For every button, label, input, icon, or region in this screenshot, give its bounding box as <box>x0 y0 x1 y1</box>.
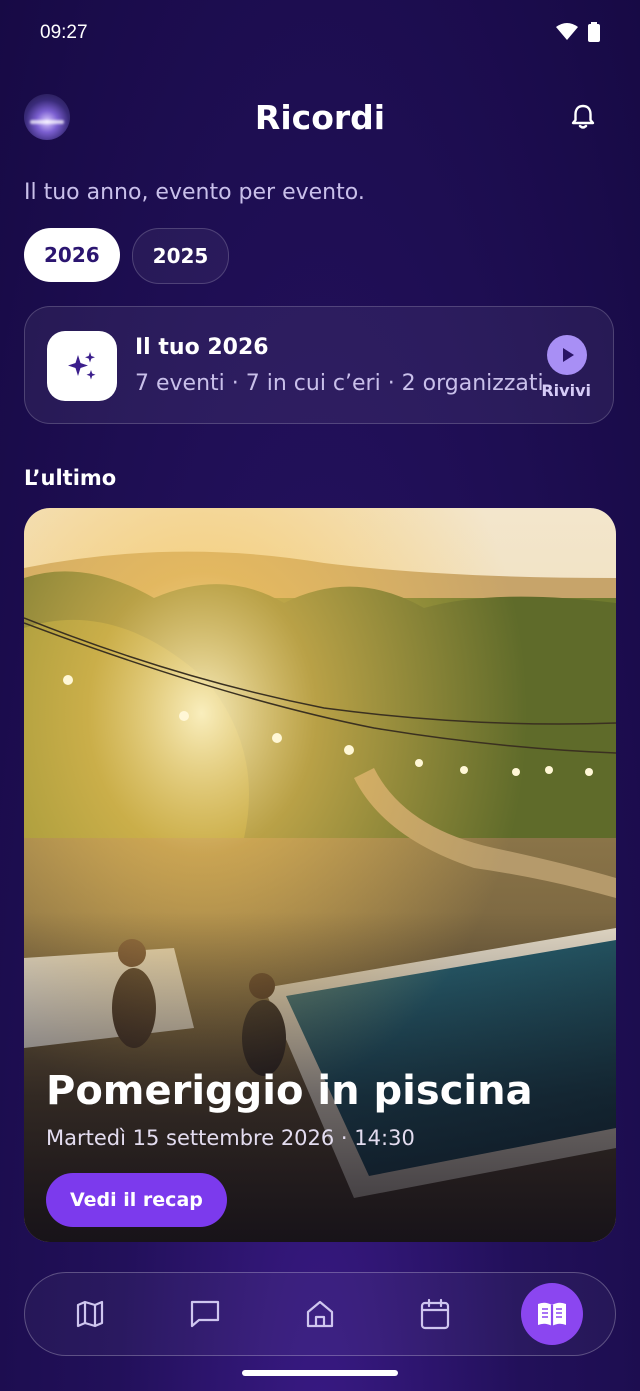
battery-icon <box>588 22 600 42</box>
page-title: Ricordi <box>254 98 386 137</box>
book-icon <box>538 1302 566 1326</box>
nav-item-chat[interactable] <box>174 1283 236 1345</box>
tab-2026[interactable]: 2026 <box>24 228 120 282</box>
nav-item-home[interactable] <box>289 1283 351 1345</box>
event-date: Martedì 15 settembre 2026 · 14:30 <box>46 1126 415 1150</box>
nav-item-calendar[interactable] <box>404 1283 466 1345</box>
recap-title: Il tuo 2026 <box>135 335 269 360</box>
year-recap-card[interactable]: Il tuo 2026 7 eventi · 7 in cui c’eri · … <box>24 306 614 424</box>
home-indicator <box>242 1370 398 1376</box>
chat-icon <box>190 1300 220 1328</box>
event-title: Pomeriggio in piscina <box>46 1068 533 1114</box>
latest-event-card[interactable]: Pomeriggio in piscina Martedì 15 settemb… <box>24 508 616 1242</box>
calendar-icon <box>420 1298 450 1330</box>
view-recap-button[interactable]: Vedi il recap <box>46 1173 227 1227</box>
nav-item-memories[interactable] <box>521 1283 583 1345</box>
recap-stats: 7 eventi · 7 in cui c’eri · 2 organizzat… <box>135 371 544 396</box>
sparkles-icon <box>47 331 117 401</box>
year-tabs: 2026 2025 <box>24 228 230 284</box>
play-icon <box>563 348 574 362</box>
map-icon <box>76 1300 104 1328</box>
home-icon <box>306 1300 334 1328</box>
header: Ricordi <box>0 88 640 148</box>
play-label: Rivivi <box>541 381 591 400</box>
section-label-latest: L’ultimo <box>24 466 117 490</box>
status-icons <box>556 22 600 42</box>
play-button[interactable] <box>547 335 587 375</box>
status-bar: 09:27 <box>0 0 640 70</box>
page-subtitle: Il tuo anno, evento per evento. <box>24 180 365 205</box>
wifi-icon <box>556 23 578 40</box>
bell-icon[interactable] <box>568 102 598 132</box>
bottom-nav <box>24 1272 616 1356</box>
status-time: 09:27 <box>40 22 88 43</box>
nav-item-map[interactable] <box>59 1283 121 1345</box>
tab-2025[interactable]: 2025 <box>131 228 230 284</box>
